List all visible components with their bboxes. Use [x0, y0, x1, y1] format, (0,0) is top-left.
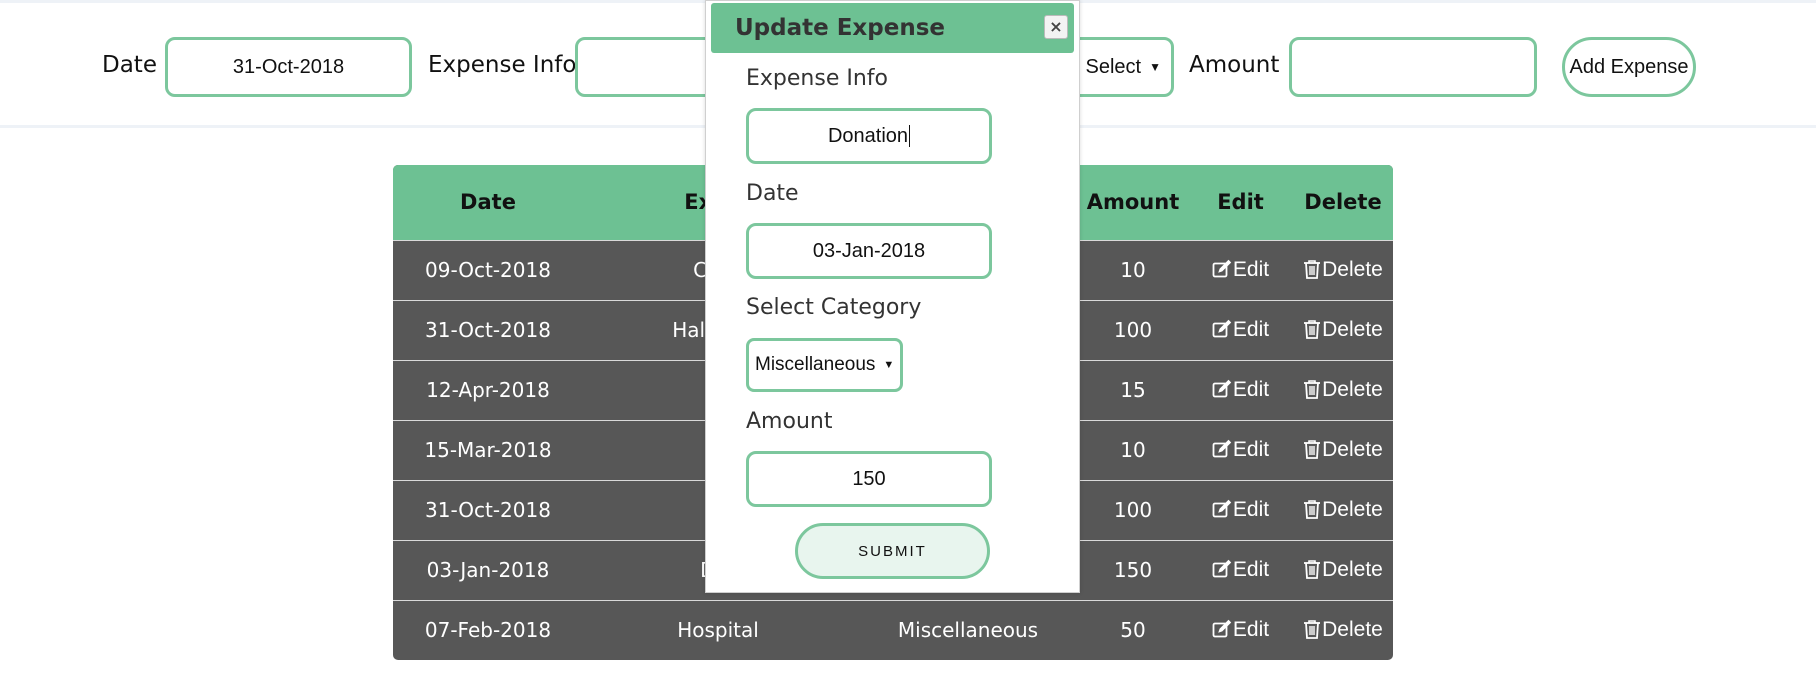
modal-amount-label: Amount [746, 409, 833, 434]
modal-amount-input[interactable]: 150 [746, 451, 992, 507]
cell-date: 15-Mar-2018 [424, 438, 552, 462]
delete-button[interactable]: Delete [1293, 361, 1393, 419]
add-expense-button[interactable]: Add Expense [1562, 37, 1696, 97]
cell-date: 31-Oct-2018 [425, 498, 551, 522]
delete-label: Delete [1322, 318, 1383, 341]
submit-button[interactable]: SUBMIT [795, 523, 990, 579]
modal-category-select[interactable]: Miscellaneous ▼ [746, 338, 903, 392]
delete-button[interactable]: Delete [1293, 421, 1393, 479]
edit-label: Edit [1232, 378, 1270, 401]
trash-icon [1303, 498, 1322, 521]
edit-label: Edit [1232, 318, 1270, 341]
cell-expense-info: Hospital [677, 618, 759, 642]
edit-button[interactable]: Edit [1188, 241, 1293, 299]
delete-label: Delete [1322, 558, 1383, 581]
edit-button[interactable]: Edit [1188, 301, 1293, 359]
modal-date-input[interactable]: 03-Jan-2018 [746, 223, 992, 279]
edit-button[interactable]: Edit [1188, 601, 1293, 659]
date-input[interactable]: 31-Oct-2018 [165, 37, 412, 97]
cell-date: 31-Oct-2018 [425, 318, 551, 342]
edit-button[interactable]: Edit [1188, 541, 1293, 599]
delete-label: Delete [1322, 498, 1383, 521]
modal-expense-info-label: Expense Info [746, 66, 888, 91]
edit-icon [1212, 558, 1233, 581]
cell-date: 03-Jan-2018 [426, 558, 550, 582]
modal-title: Update Expense [735, 15, 945, 41]
edit-label: Edit [1232, 258, 1270, 281]
column-header-amount: Amount [1086, 190, 1180, 214]
column-header-date: Date [460, 190, 516, 214]
trash-icon [1303, 618, 1322, 641]
delete-button[interactable]: Delete [1293, 241, 1393, 299]
edit-icon [1212, 378, 1233, 401]
trash-icon [1303, 378, 1322, 401]
edit-button[interactable]: Edit [1188, 421, 1293, 479]
delete-button[interactable]: Delete [1293, 601, 1393, 659]
edit-label: Edit [1232, 438, 1270, 461]
delete-label: Delete [1322, 438, 1383, 461]
cell-date: 09-Oct-2018 [425, 258, 551, 282]
delete-label: Delete [1322, 618, 1383, 641]
modal-header: Update Expense × [711, 3, 1074, 53]
cell-amount: 100 [1113, 318, 1153, 342]
edit-label: Edit [1232, 558, 1270, 581]
edit-icon [1212, 618, 1233, 641]
cell-category: Miscellaneous [897, 618, 1039, 642]
date-label: Date [102, 52, 157, 78]
delete-label: Delete [1322, 258, 1383, 281]
cell-date: 07-Feb-2018 [424, 618, 552, 642]
trash-icon [1303, 258, 1322, 281]
modal-category-label: Select Category [746, 295, 922, 320]
trash-icon [1303, 438, 1322, 461]
cell-amount: 10 [1120, 258, 1146, 282]
expense-info-label: Expense Info [428, 52, 577, 78]
edit-icon [1212, 438, 1233, 461]
update-expense-modal: Update Expense × Expense Info Donation D… [705, 0, 1080, 593]
cell-date: 12-Apr-2018 [426, 378, 550, 402]
edit-button[interactable]: Edit [1188, 361, 1293, 419]
dropdown-caret-icon: ▼ [883, 359, 895, 371]
column-header-edit: Edit [1217, 190, 1264, 214]
amount-label: Amount [1189, 52, 1280, 78]
edit-button[interactable]: Edit [1188, 481, 1293, 539]
modal-expense-info-input[interactable]: Donation [746, 108, 992, 164]
edit-icon [1212, 498, 1233, 521]
edit-label: Edit [1232, 498, 1270, 521]
amount-input[interactable] [1289, 37, 1537, 97]
delete-button[interactable]: Delete [1293, 541, 1393, 599]
table-row: 07-Feb-2018 Hospital Miscellaneous 50 Edit De… [393, 600, 1393, 659]
expense-info-input[interactable] [575, 37, 715, 97]
modal-category-value: Miscellaneous [755, 354, 876, 375]
edit-icon [1212, 318, 1233, 341]
edit-icon [1212, 258, 1233, 281]
delete-button[interactable]: Delete [1293, 301, 1393, 359]
edit-label: Edit [1232, 618, 1270, 641]
cell-amount: 15 [1120, 378, 1146, 402]
cell-amount: 100 [1113, 498, 1153, 522]
delete-button[interactable]: Delete [1293, 481, 1393, 539]
text-cursor [909, 125, 911, 147]
cell-amount: 150 [1113, 558, 1153, 582]
modal-date-label: Date [746, 181, 799, 206]
trash-icon [1303, 558, 1322, 581]
column-header-delete: Delete [1304, 190, 1382, 214]
delete-label: Delete [1322, 378, 1383, 401]
dropdown-caret-icon: ▼ [1149, 60, 1161, 74]
close-icon[interactable]: × [1044, 15, 1068, 39]
cell-amount: 50 [1120, 618, 1146, 642]
modal-expense-info-value: Donation [827, 124, 909, 147]
cell-amount: 10 [1120, 438, 1146, 462]
trash-icon [1303, 318, 1322, 341]
